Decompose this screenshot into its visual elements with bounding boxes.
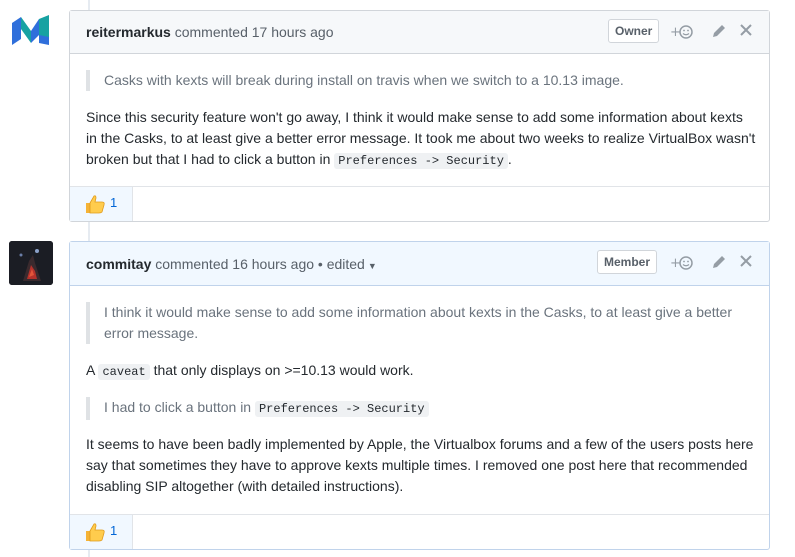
pencil-icon[interactable] [710,22,730,42]
comment-body: Since this security feature won't go awa… [86,107,756,172]
add-reaction-icon[interactable]: + [670,22,693,42]
blockquote: I think it would make sense to add some … [86,302,754,344]
comment-author-line: reitermarkus commented 17 hours ago [86,23,333,41]
comment-header: commitay commented 16 hours ago • edited… [70,242,769,286]
quote-text: I had to click a button in [104,399,255,415]
author-link[interactable]: reitermarkus [86,24,171,40]
comment-card: reitermarkus commented 17 hours ago Owne… [69,10,770,222]
comment-timestamp[interactable]: commented 16 hours ago • edited [151,256,365,272]
inline-code: Preferences -> Security [254,401,429,417]
thumbs-up-icon [84,194,106,217]
comment-header: reitermarkus commented 17 hours ago Owne… [70,11,769,54]
member-badge: Member [597,250,658,274]
blockquote: I had to click a button in Preferences -… [86,397,754,420]
comment-timestamp[interactable]: commented 17 hours ago [171,24,334,40]
comment-author-line: commitay commented 16 hours ago • edited… [86,255,377,275]
thumbs-up-reaction-button[interactable]: 1 [70,515,133,549]
body-end: . [507,151,512,167]
chevron-down-icon[interactable]: ▼ [368,261,377,271]
avatar[interactable] [9,241,53,285]
blockquote: Casks with kexts will break during insta… [86,70,754,91]
thumbs-up-icon [84,522,106,545]
thumbs-up-reaction-button[interactable]: 1 [70,187,133,221]
avatar[interactable] [9,9,53,53]
comment-line: A caveat that only displays on >=10.13 w… [86,360,756,383]
reactions-bar: 1 [70,186,769,221]
reaction-count: 1 [110,523,118,538]
pencil-icon[interactable] [710,253,730,273]
comment-body: It seems to have been badly implemented … [86,436,754,494]
author-link[interactable]: commitay [86,256,151,272]
close-icon[interactable] [738,22,758,42]
inline-code: caveat [98,364,150,380]
line-text: A [86,362,99,378]
inline-code: Preferences -> Security [334,153,508,169]
reactions-bar: 1 [70,514,769,549]
line-text: that only displays on >=10.13 would work… [149,362,414,378]
comment-card: commitay commented 16 hours ago • edited… [69,241,770,550]
close-icon[interactable] [738,253,758,273]
owner-badge: Owner [608,19,660,43]
reaction-count: 1 [110,195,118,210]
add-reaction-icon[interactable]: + [670,253,693,273]
